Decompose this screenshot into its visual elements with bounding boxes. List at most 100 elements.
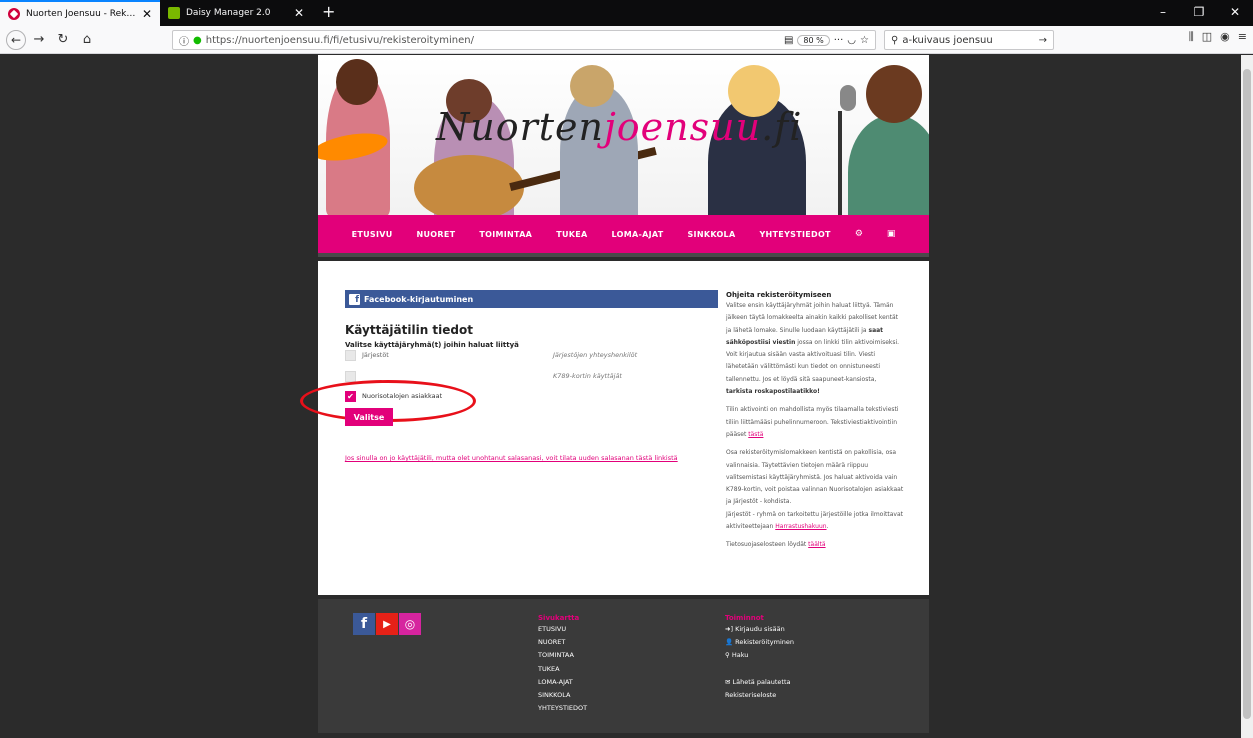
pocket-icon[interactable]: ◡	[847, 35, 856, 46]
address-bar[interactable]: ⓘ ● https://nuortenjoensuu.fi/fi/etusivu…	[172, 30, 876, 50]
menu-item-tukea[interactable]: TUKEA	[556, 230, 587, 239]
reader-view-icon[interactable]: ▤	[784, 35, 793, 46]
forgot-password-link[interactable]: Jos sinulla on jo käyttäjätili, mutta ol…	[345, 454, 678, 462]
tab-nuorten-joensuu[interactable]: Nuorten Joensuu - Rekisteröitym ✕	[0, 0, 160, 26]
scrollbar-thumb[interactable]	[1243, 69, 1251, 719]
toolbar-right: ⫼ ◫ ◉ ≡	[1189, 30, 1247, 44]
footer-register-link[interactable]: 👤 Rekisteröityminen	[725, 636, 794, 649]
search-bar[interactable]: ⚲ a-kuivaus joensuu →	[884, 30, 1054, 50]
window-controls: – ❐ ✕	[1145, 0, 1253, 26]
facebook-icon[interactable]: f	[353, 613, 375, 635]
group-label: Järjestöt	[362, 351, 389, 359]
youtube-icon[interactable]: ▶	[376, 613, 398, 635]
forward-button[interactable]: →	[28, 29, 50, 51]
microphone-image	[840, 85, 856, 111]
menu-item-nuoret[interactable]: NUORET	[417, 230, 456, 239]
social-links: f ▶ ◎	[353, 613, 421, 635]
footer-link[interactable]: YHTEYSTIEDOT	[538, 702, 587, 715]
guitar-image	[414, 155, 524, 215]
minimize-button[interactable]: –	[1145, 0, 1181, 26]
menu-item-etusivu[interactable]: ETUSIVU	[352, 230, 393, 239]
id-card-icon[interactable]: ▣	[887, 229, 896, 239]
menu-item-sinkkola[interactable]: SINKKOLA	[687, 230, 735, 239]
tab-title: Nuorten Joensuu - Rekisteröitym	[26, 9, 136, 19]
sms-activation-link[interactable]: tästä	[748, 431, 763, 438]
banner-person	[866, 65, 922, 123]
vertical-scrollbar[interactable]	[1241, 55, 1253, 738]
site-favicon-icon	[8, 8, 20, 20]
search-icon: ⚲	[891, 34, 899, 46]
facebook-icon: f	[349, 293, 360, 305]
browser-toolbar: ← → ↻ ⌂ ⓘ ● https://nuortenjoensuu.fi/fi…	[0, 26, 1253, 54]
footer-privacy-link[interactable]: Rekisteriseloste	[725, 689, 794, 702]
harrastushaku-link[interactable]: Harrastushakuun	[775, 523, 826, 530]
facebook-login-button[interactable]: f Facebook-kirjautuminen	[345, 290, 718, 308]
tab-daisy-manager[interactable]: Daisy Manager 2.0 ✕	[160, 0, 312, 26]
footer-link[interactable]: ETUSIVU	[538, 623, 587, 636]
banner-person	[336, 59, 378, 105]
envelope-icon: ✉	[725, 677, 733, 686]
help-title: Ohjeita rekisteröitymiseen	[726, 291, 832, 299]
info-icon[interactable]: ⓘ	[179, 33, 189, 48]
bookmark-star-icon[interactable]: ☆	[860, 35, 869, 46]
close-tab-icon[interactable]: ✕	[142, 8, 152, 20]
close-window-button[interactable]: ✕	[1217, 0, 1253, 26]
url-text[interactable]: https://nuortenjoensuu.fi/fi/etusivu/rek…	[206, 35, 780, 46]
group-checkbox[interactable]	[345, 370, 356, 382]
search-go-icon[interactable]: →	[1039, 35, 1047, 46]
sidebar-icon[interactable]: ◫	[1202, 30, 1212, 44]
help-paragraph: Tietosuojaselosteen löydät täältä	[726, 541, 826, 549]
footer-sitemap: Sivukartta ETUSIVU NUORET TOIMINTAA TUKE…	[538, 613, 587, 715]
help-paragraph: Valitse ensin käyttäjäryhmät joihin halu…	[726, 302, 900, 396]
footer-link[interactable]: NUORET	[538, 636, 587, 649]
footer-link[interactable]: LOMA-AJAT	[538, 676, 587, 689]
group-prompt: Valitse käyttäjäryhmä(t) joihin haluat l…	[345, 341, 519, 349]
new-tab-button[interactable]: +	[312, 0, 345, 26]
account-icon[interactable]: ◉	[1220, 30, 1230, 44]
footer-feedback-link[interactable]: ✉ Lähetä palautetta	[725, 676, 794, 689]
footer-actions: Toiminnot ➜] Kirjaudu sisään 👤 Rekisterö…	[725, 613, 794, 702]
footer-link[interactable]: TOIMINTAA	[538, 649, 587, 662]
tab-title: Daisy Manager 2.0	[186, 8, 271, 18]
close-tab-icon[interactable]: ✕	[294, 7, 304, 19]
header-banner: Nuortenjoensuu.fi	[318, 55, 929, 215]
site-footer: f ▶ ◎ Sivukartta ETUSIVU NUORET TOIMINTA…	[318, 599, 929, 733]
site-logo[interactable]: Nuortenjoensuu.fi	[436, 105, 802, 149]
help-paragraph: Osa rekisteröitymislomakkeen kentistä on…	[726, 449, 904, 531]
registration-help: Ohjeita rekisteröitymiseen Valitse ensin…	[726, 290, 904, 558]
zoom-indicator[interactable]: 80 %	[797, 34, 830, 46]
footer-link[interactable]: SINKKOLA	[538, 689, 587, 702]
group-description: Järjestöjen yhteyshenkilöt	[553, 351, 638, 359]
group-checkbox[interactable]	[345, 349, 356, 361]
help-paragraph: Tilin aktivointi on mahdollista myös til…	[726, 406, 899, 438]
user-plus-icon: 👤	[725, 638, 736, 647]
back-button[interactable]: ←	[6, 29, 26, 50]
menu-item-toimintaa[interactable]: TOIMINTAA	[479, 230, 532, 239]
menu-item-loma-ajat[interactable]: LOMA-AJAT	[612, 230, 664, 239]
menu-item-yhteystiedot[interactable]: YHTEYSTIEDOT	[759, 230, 830, 239]
browser-tab-strip: Nuorten Joensuu - Rekisteröitym ✕ Daisy …	[0, 0, 1253, 26]
reload-button[interactable]: ↻	[52, 29, 74, 51]
footer-search-link[interactable]: ⚲ Haku	[725, 649, 794, 662]
banner-person	[848, 115, 929, 215]
select-button[interactable]: Valitse	[345, 408, 393, 426]
login-icon: ➜]	[725, 625, 736, 633]
banner-person	[570, 65, 614, 107]
site-page: Nuortenjoensuu.fi ETUSIVU NUORET TOIMINT…	[300, 55, 929, 733]
restore-button[interactable]: ❐	[1181, 0, 1217, 26]
lock-icon: ●	[193, 34, 202, 46]
footer-login-link[interactable]: ➜] Kirjaudu sisään	[725, 623, 794, 636]
instagram-icon[interactable]: ◎	[399, 613, 421, 635]
menu-icon[interactable]: ≡	[1238, 30, 1247, 44]
library-icon[interactable]: ⫼	[1189, 30, 1194, 44]
settings-gear-icon[interactable]: ⚙	[855, 229, 863, 239]
footer-link[interactable]: TUKEA	[538, 663, 587, 676]
group-option-jarjestot[interactable]: Järjestöt Järjestöjen yhteyshenkilöt	[345, 349, 675, 361]
search-input[interactable]: a-kuivaus joensuu	[902, 35, 1034, 46]
registration-content: f Facebook-kirjautuminen Käyttäjätilin t…	[300, 261, 929, 595]
daisy-favicon-icon	[168, 7, 180, 19]
privacy-policy-link[interactable]: täältä	[808, 541, 825, 548]
page-actions-icon[interactable]: ···	[834, 35, 844, 46]
home-button[interactable]: ⌂	[76, 29, 98, 51]
